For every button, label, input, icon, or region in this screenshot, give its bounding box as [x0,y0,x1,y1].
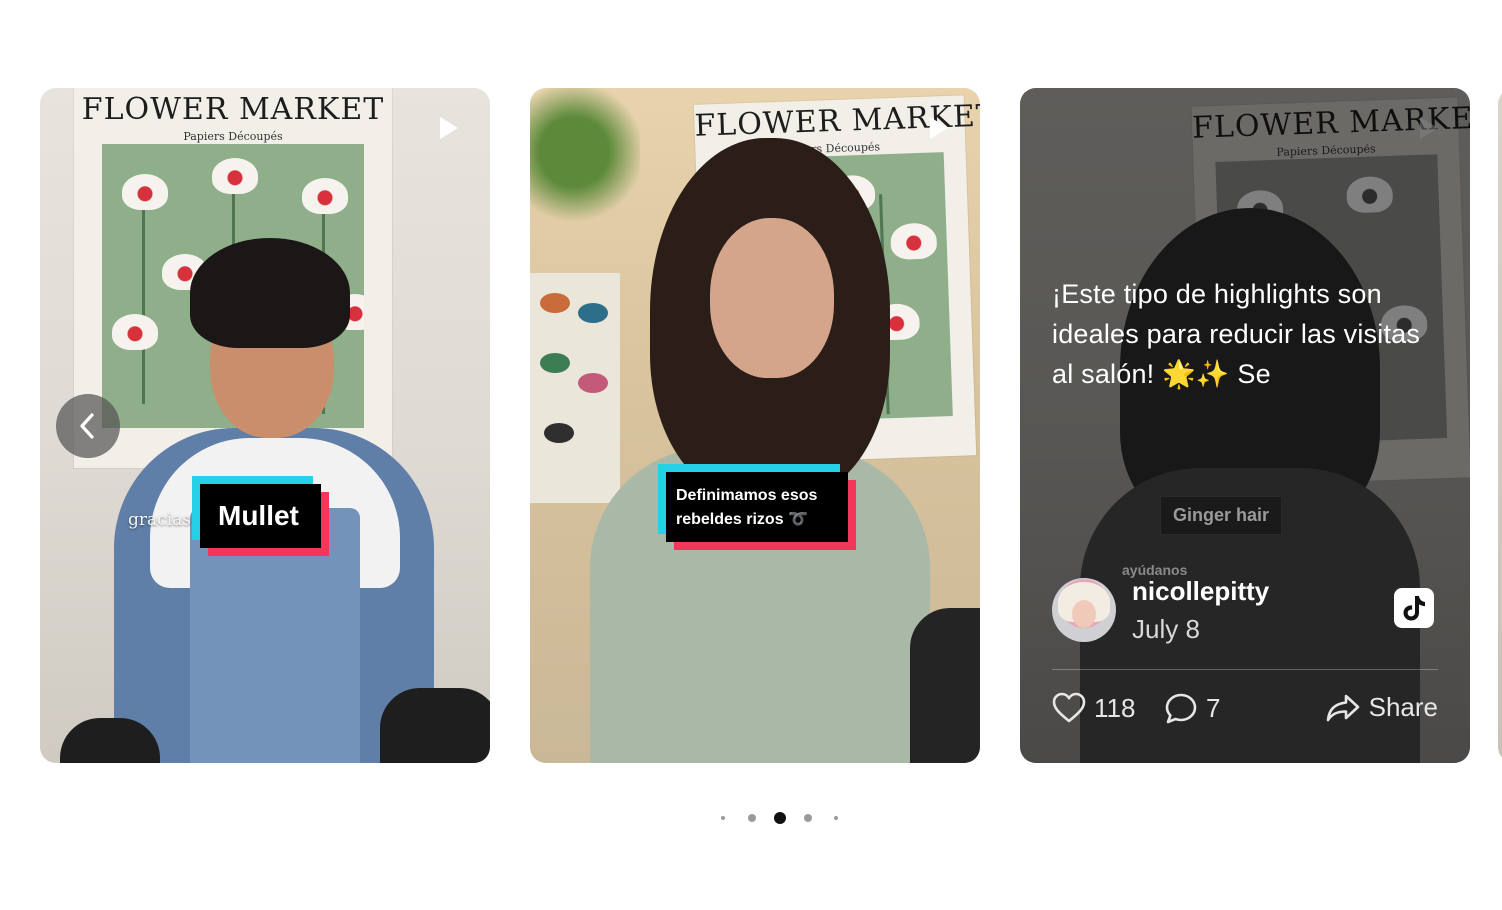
caption-sticker: Definimamos esos rebeldes rizos ➰ [666,472,848,542]
caption-sticker: Ginger hair [1160,496,1283,535]
poster-subtitle: Papiers Découpés [183,130,283,143]
pagination-dot[interactable] [804,814,812,822]
chevron-left-icon [80,413,94,439]
play-icon [930,117,948,139]
pagination-dot[interactable] [834,816,838,820]
share-button[interactable]: Share [1325,692,1438,723]
person-face [710,218,834,378]
pagination-dot[interactable] [748,814,756,822]
author-username[interactable]: nicollepitty [1132,576,1269,607]
overlay-text: gracias [128,510,191,530]
divider [1052,669,1438,670]
comment-icon [1165,693,1197,724]
poster-title: FLOWER MARKET [81,92,385,127]
video-thumbnail: FLOWER MARKET Papiers Découpés [530,88,980,763]
like-button[interactable]: 118 [1052,692,1135,724]
video-card-partial[interactable] [1498,88,1502,763]
video-carousel: FLOWER MARKET Papiers Découpés gracias M… [0,0,1502,910]
video-card-expanded[interactable]: FLOWER MARKET Papiers Découpés ¡Este tip… [1020,88,1470,763]
share-label: Share [1368,692,1438,722]
tiktok-logo-icon [1403,596,1425,621]
share-icon [1326,694,1359,721]
avatar[interactable] [1052,578,1116,642]
butterfly-poster [530,273,620,503]
post-date: July 8 [1132,614,1200,644]
comment-button[interactable]: 7 [1164,692,1220,724]
hover-overlay [1020,88,1470,763]
video-card[interactable]: FLOWER MARKET Papiers Découpés [530,88,980,763]
pagination-dot[interactable] [721,816,725,820]
caption-sticker: Mullet [200,484,321,548]
like-count: 118 [1094,692,1136,723]
heart-icon [1052,692,1086,723]
person-hair [190,238,350,348]
pagination-dots [0,810,1502,826]
video-caption: ¡Este tipo de highlights son ideales par… [1052,279,1421,389]
tiktok-icon[interactable] [1394,588,1434,628]
author-row[interactable]: nicollepitty July 8 [1052,576,1438,644]
play-icon [440,117,458,139]
comment-count: 7 [1206,692,1221,723]
action-bar: 118 7 Share [1052,692,1438,732]
previous-button[interactable] [56,394,120,458]
pagination-dot-active[interactable] [774,812,786,824]
